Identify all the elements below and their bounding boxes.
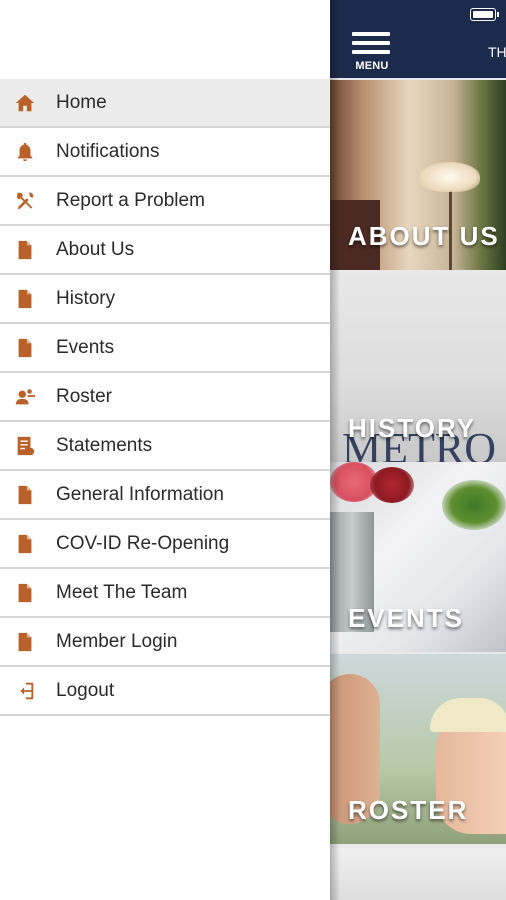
battery-icon [470,8,499,21]
drawer-item-about-us[interactable]: About Us [0,226,330,275]
document-icon [14,484,36,506]
menu-button[interactable]: MENU [352,32,394,72]
drawer-item-cov-id-re-opening[interactable]: COV-ID Re-Opening [0,520,330,569]
logout-icon [14,680,36,702]
drawer-item-home[interactable]: Home [0,79,330,128]
app-title: TH [488,44,506,60]
drawer-item-report-a-problem[interactable]: Report a Problem [0,177,330,226]
tile-events[interactable]: EVENTS [330,462,506,652]
tile-caption: HISTORY [348,413,477,443]
tile-about-us[interactable]: ABOUT US [330,80,506,270]
drawer-item-notifications[interactable]: Notifications [0,128,330,177]
tile-history[interactable]: METRO HISTORY [330,272,506,462]
drawer-item-label: COV-ID Re-Opening [56,533,230,554]
document-icon [14,631,36,653]
tile-next[interactable] [330,848,506,900]
document-icon [14,582,36,604]
drawer-item-meet-the-team[interactable]: Meet The Team [0,569,330,618]
drawer-item-roster[interactable]: Roster [0,373,330,422]
drawer-item-label: Logout [56,680,115,701]
document-icon [14,533,36,555]
document-icon [14,337,36,359]
drawer-item-label: History [56,288,116,309]
drawer-item-statements[interactable]: Statements [0,422,330,471]
home-icon [14,92,36,114]
drawer-item-events[interactable]: Events [0,324,330,373]
tile-roster[interactable]: ROSTER [330,654,506,844]
drawer-item-label: Events [56,337,115,358]
main-content: MENU TH ABOUT US METRO HISTORY EVENTS RO… [330,0,506,900]
drawer-item-label: Report a Problem [56,190,205,211]
drawer-item-label: Meet The Team [56,582,188,603]
drawer-shadow [330,0,340,900]
drawer-item-general-information[interactable]: General Information [0,471,330,520]
drawer-item-history[interactable]: History [0,275,330,324]
drawer-item-member-login[interactable]: Member Login [0,618,330,667]
drawer-item-label: Member Login [56,631,178,652]
tile-caption: EVENTS [348,603,465,633]
drawer-item-label: General Information [56,484,224,505]
document-icon [14,288,36,310]
drawer-item-label: Roster [56,386,112,407]
drawer-item-label: Home [56,92,107,113]
drawer-item-label: Notifications [56,141,160,162]
tile-caption: ABOUT US [348,221,500,251]
drawer-menu-list: Home Notifications Report a Problem Abou… [0,79,330,716]
statement-icon [14,435,36,457]
drawer-item-label: Statements [56,435,153,456]
drawer-item-label: About Us [56,239,135,260]
tile-caption: ROSTER [348,795,469,825]
people-icon [14,386,36,408]
menu-label: MENU [355,60,389,72]
tools-icon [14,190,36,212]
bell-icon [14,141,36,163]
navigation-drawer: Home Notifications Report a Problem Abou… [0,0,330,900]
drawer-item-logout[interactable]: Logout [0,667,330,716]
document-icon [14,239,36,261]
app-bar: MENU TH [330,0,506,78]
